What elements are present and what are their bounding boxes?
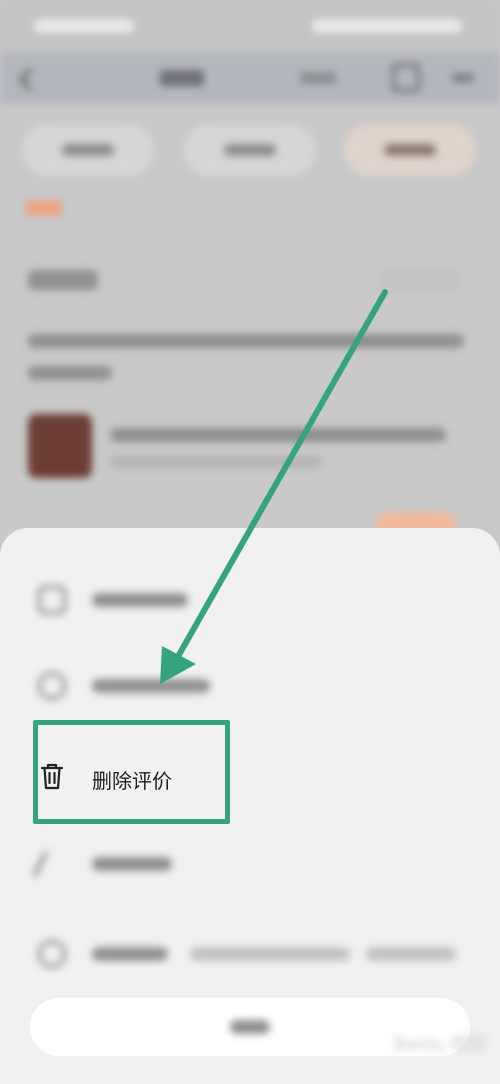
top-nav-bar bbox=[0, 52, 500, 104]
more-icon[interactable] bbox=[452, 74, 474, 82]
filter-tabs bbox=[0, 104, 500, 188]
product-thumbnail[interactable] bbox=[28, 414, 92, 478]
filter-tab-1[interactable] bbox=[22, 124, 154, 176]
review-text-line-2 bbox=[28, 366, 112, 380]
edit-icon bbox=[31, 850, 73, 878]
sheet-item-1[interactable] bbox=[0, 570, 500, 630]
sheet-item-4[interactable] bbox=[0, 834, 500, 894]
back-icon[interactable] bbox=[18, 68, 41, 91]
nav-action-text[interactable] bbox=[300, 72, 336, 84]
product-title bbox=[110, 428, 446, 442]
sheet-item-4-label bbox=[92, 857, 172, 871]
cancel-button-label bbox=[230, 1020, 270, 1034]
filter-tab-2[interactable] bbox=[184, 124, 316, 176]
status-bar-time bbox=[34, 19, 134, 33]
filter-tab-3[interactable] bbox=[344, 124, 476, 176]
review-author bbox=[28, 270, 98, 290]
sheet-item-1-label bbox=[92, 593, 188, 607]
nav-title bbox=[160, 70, 204, 86]
watermark: Baidu 经验 bbox=[394, 1034, 487, 1055]
orange-tag bbox=[26, 201, 62, 215]
sheet-item-5-hint-2 bbox=[366, 947, 456, 961]
sheet-item-2[interactable] bbox=[0, 656, 500, 716]
sheet-item-5-hint bbox=[190, 947, 350, 961]
settings-icon bbox=[38, 940, 66, 968]
product-subtitle bbox=[110, 456, 322, 468]
sheet-item-5-label bbox=[92, 947, 168, 961]
highlight-box bbox=[33, 720, 230, 824]
copy-icon[interactable] bbox=[392, 64, 420, 92]
status-bar-indicators bbox=[312, 19, 462, 33]
review-status-pill[interactable] bbox=[380, 270, 464, 290]
bag-icon bbox=[38, 586, 66, 614]
circle-icon bbox=[38, 672, 66, 700]
status-bar bbox=[0, 0, 500, 52]
sheet-item-5[interactable] bbox=[0, 924, 500, 984]
review-text-line-1 bbox=[28, 334, 464, 348]
sheet-item-2-label bbox=[92, 679, 210, 693]
